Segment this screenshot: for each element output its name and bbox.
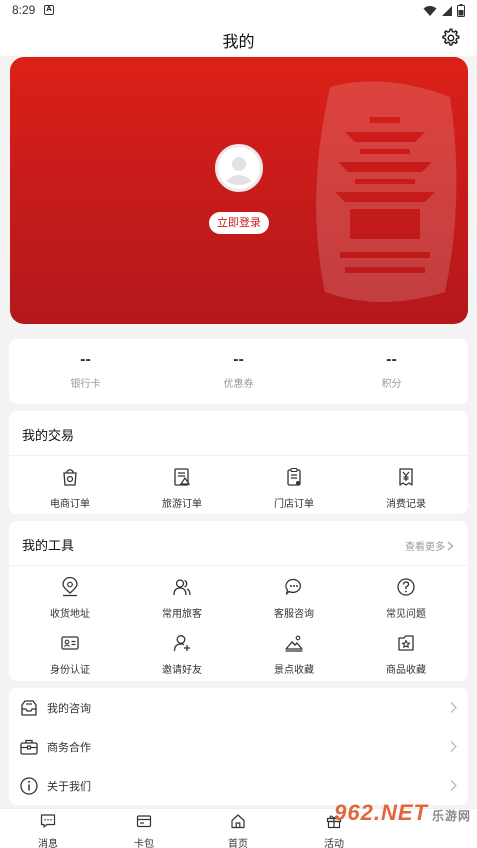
tab-label: 首页 [228,839,248,848]
grid-label: 收货地址 [50,609,90,620]
grid-label: 门店订单 [274,499,314,510]
page-title: 我的 [222,32,255,51]
add-friend-icon [173,635,190,652]
grid-label: 电商订单 [50,499,90,510]
stat-value: -- [233,353,244,368]
view-more-link[interactable]: 查看更多 [405,538,454,553]
tool-item-customer-service[interactable]: 客服咨询 [237,577,351,620]
tab-label: 消息 [38,839,58,848]
grid-label: 旅游订单 [162,499,202,510]
trade-section: 我的交易 电商订单 旅游订单 门店订单 消费记录 [9,411,468,514]
grid-label: 客服咨询 [274,609,314,620]
watermark-brand: 962.NET [334,800,428,825]
info-icon [20,777,38,795]
grid-label: 身份认证 [50,665,90,676]
shopping-bag-icon [63,469,77,486]
message-icon [40,814,56,828]
menu-label: 商务合作 [47,741,91,754]
tools-section: 我的工具 查看更多 收货地址 常用旅客 客服咨询 常见问题 身份认证 邀请好友 … [9,521,468,681]
briefcase-icon [20,739,38,755]
chevron-right-icon [450,702,457,713]
tool-item-identity-verification[interactable]: 身份认证 [13,633,127,676]
trade-item-spending-records[interactable]: 消费记录 [349,467,463,510]
card-wallet-icon [136,815,152,828]
tower-emblem-icon [316,81,457,302]
status-bar: 8:29 A [0,0,477,22]
users-icon [173,579,191,596]
inbox-icon [21,700,37,716]
grid-label: 常见问题 [386,609,426,620]
view-more-label: 查看更多 [405,542,445,553]
tool-item-frequent-travelers[interactable]: 常用旅客 [125,577,239,620]
stat-label: 银行卡 [70,379,101,390]
default-avatar-icon [219,148,259,188]
login-button[interactable]: 立即登录 [209,212,269,234]
grid-label: 消费记录 [386,499,426,510]
tool-item-invite-friends[interactable]: 邀请好友 [125,633,239,676]
tab-messages[interactable]: 消息 [0,813,96,848]
trade-item-store-orders[interactable]: 门店订单 [237,467,351,510]
stat-value: -- [386,353,397,368]
menu-label: 我的咨询 [47,702,91,715]
home-icon [231,814,245,829]
settings-gear-icon[interactable] [439,27,461,49]
stat-label: 优惠券 [223,379,254,390]
star-box-icon [398,635,414,651]
stat-label: 积分 [381,379,402,390]
location-pin-icon [62,576,78,597]
tab-home[interactable]: 首页 [190,813,286,848]
app-notification-icon: A [44,5,54,15]
stat-coupon[interactable]: -- 优惠券 [162,339,315,390]
tool-item-shipping-address[interactable]: 收货地址 [13,576,127,620]
menu-item-business-cooperation[interactable]: 商务合作 [9,727,468,766]
stats-card: -- 银行卡 -- 优惠券 -- 积分 [9,339,468,404]
chevron-right-icon [450,741,457,752]
status-indicators [423,4,465,17]
id-card-icon [61,636,79,650]
menu-item-my-inquiries[interactable]: 我的咨询 [9,688,468,727]
chevron-right-icon [450,780,457,791]
stat-value: -- [80,353,91,368]
chat-icon [285,578,301,595]
avatar[interactable] [215,144,263,192]
site-watermark: 962.NET 乐游网 [334,800,471,826]
store-order-icon [287,467,301,486]
page-header: 我的 [0,22,477,56]
watermark-sub: 乐游网 [431,809,471,823]
trade-item-ecommerce-orders[interactable]: 电商订单 [13,467,127,510]
tool-item-product-favorites[interactable]: 商品收藏 [349,633,463,676]
tab-label: 活动 [324,839,344,848]
tab-card-wallet[interactable]: 卡包 [96,813,192,848]
yuan-receipt-icon [399,468,413,486]
grid-label: 常用旅客 [162,609,202,620]
section-title: 我的工具 [22,539,75,554]
wifi-icon [423,5,437,16]
divider [9,565,468,566]
menu-list: 我的咨询 商务合作 关于我们 [9,688,468,805]
section-title: 我的交易 [22,429,75,444]
divider [9,455,468,456]
grid-label: 商品收藏 [386,665,426,676]
travel-doc-icon [174,468,191,486]
tab-label: 卡包 [134,839,154,848]
tool-item-faq[interactable]: 常见问题 [349,577,463,620]
trade-item-travel-orders[interactable]: 旅游订单 [125,467,239,510]
stat-points[interactable]: -- 积分 [315,339,468,390]
stat-bank-card[interactable]: -- 银行卡 [9,339,162,390]
chevron-right-icon [447,541,454,551]
status-time: 8:29 [12,3,36,17]
grid-label: 景点收藏 [274,665,314,676]
menu-label: 关于我们 [47,780,91,793]
tool-item-scenic-favorites[interactable]: 景点收藏 [237,633,351,676]
grid-label: 邀请好友 [162,665,202,676]
question-icon [397,578,415,596]
signal-icon [442,5,452,16]
battery-icon [457,4,465,17]
profile-banner: 立即登录 [10,57,468,324]
landscape-icon [285,635,303,652]
